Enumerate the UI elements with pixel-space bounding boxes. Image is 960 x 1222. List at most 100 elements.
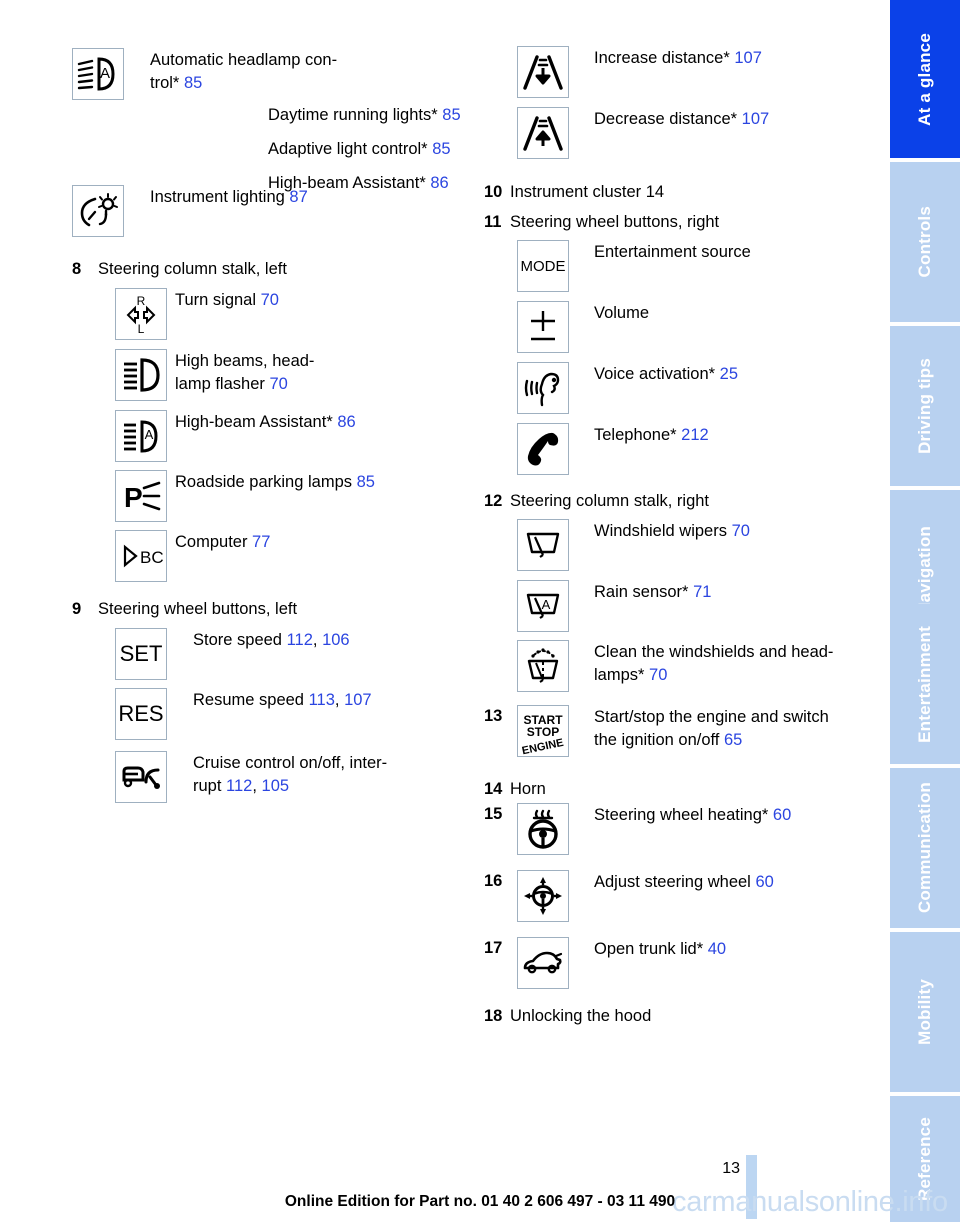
page-ref[interactable]: 113 (309, 691, 335, 709)
windshield-wipers-icon (517, 519, 569, 571)
sidebar-tab-label: Driving tips (915, 358, 934, 454)
sidebar-tab-driving-tips[interactable]: Driving tips (890, 326, 960, 486)
entry-text: Volume (594, 301, 874, 325)
page-ref[interactable]: 70 (649, 666, 667, 684)
page-ref[interactable]: 14 (646, 183, 664, 201)
page-ref[interactable]: 107 (734, 49, 762, 67)
item-16-adjust-steering-wheel: 16 Adjust steering wheel 60 (484, 870, 884, 922)
icon-slot (517, 107, 569, 159)
icon-slot: P (115, 470, 167, 522)
entry-label: Windshield wipers (594, 522, 727, 540)
item-13-start-stop-engine: 13 START STOP ENGINE Start/stop the engi… (484, 705, 884, 757)
sidebar-tab-at-a-glance[interactable]: At a glance (890, 0, 960, 158)
sidebar-tab-label: At a glance (915, 32, 934, 126)
page-ref[interactable]: 86 (337, 413, 355, 431)
entry-clean-windshields-headlamps: Clean the windshields and head- lamps* 7… (484, 640, 884, 692)
page-ref[interactable]: 112 (226, 777, 252, 795)
page-ref[interactable]: 77 (252, 533, 270, 551)
page-ref[interactable]: 71 (693, 583, 711, 601)
item-number: 14 (484, 780, 503, 798)
svg-text:A: A (100, 65, 110, 82)
entry-text: Voice activation* 25 (594, 362, 874, 386)
volume-button-icon (517, 301, 569, 353)
page-ref[interactable]: 60 (755, 873, 773, 891)
page-ref[interactable]: 40 (708, 940, 726, 958)
svg-text:A: A (542, 597, 551, 612)
entry-label: Instrument lighting (150, 188, 285, 206)
page-ref[interactable]: 112 (287, 631, 313, 649)
page-ref[interactable]: 25 (720, 365, 738, 383)
section-tabs-sidebar: At a glance Controls Driving tips Naviga… (890, 0, 960, 1222)
page-ref[interactable]: 65 (724, 731, 742, 749)
entry-store-speed: SET Store speed 112, 106 (72, 628, 472, 680)
svg-text:P: P (124, 482, 143, 513)
icon-slot: A (72, 48, 124, 100)
entry-cruise-control: Cruise control on/off, inter- rupt 112, … (72, 751, 472, 803)
item-number: 8 (72, 260, 82, 278)
page-ref[interactable]: 85 (442, 106, 460, 124)
page-ref[interactable]: 70 (261, 291, 279, 309)
entry-text: Computer 77 (175, 530, 445, 554)
entry-decrease-distance: Decrease distance* 107 (484, 107, 884, 159)
page-ref-2[interactable]: 107 (344, 691, 372, 709)
item-number: 10 (484, 183, 503, 201)
icon-slot (517, 46, 569, 98)
icon-slot: R L (115, 288, 167, 340)
sidebar-tab-communication[interactable]: Communication (890, 768, 960, 928)
item-title-wrap: Instrument cluster 14 (510, 181, 664, 203)
page-ref[interactable]: 70 (732, 522, 750, 540)
item-12-header: 12 Steering column stalk, right (484, 490, 884, 512)
entry-label: Decrease distance* (594, 110, 738, 128)
entry-label: Increase distance* (594, 49, 730, 67)
entry-windshield-wipers: Windshield wipers 70 (484, 519, 884, 571)
set-button-icon: SET (115, 628, 167, 680)
svg-text:BC: BC (140, 548, 164, 567)
entry-label: Computer (175, 533, 248, 551)
item-number: 13 (484, 707, 503, 725)
svg-text:A: A (145, 427, 154, 442)
page-ref[interactable]: 85 (432, 140, 450, 158)
page-ref[interactable]: 87 (289, 188, 307, 206)
voice-activation-icon (517, 362, 569, 414)
page-ref[interactable]: 85 (184, 74, 202, 92)
svg-text:STOP: STOP (527, 725, 559, 739)
entry-label-line2: rupt (193, 776, 222, 795)
page-ref[interactable]: 70 (269, 375, 287, 393)
icon-slot (517, 937, 569, 989)
page-ref-2[interactable]: 106 (322, 631, 350, 649)
entry-rain-sensor: A Rain sensor* 71 (484, 580, 884, 632)
icon-slot: A (115, 410, 167, 462)
entry-label: Turn signal (175, 291, 257, 309)
entry-text: Roadside parking lamps 85 (175, 470, 455, 494)
entry-text: Telephone* 212 (594, 423, 874, 447)
page-ref[interactable]: 85 (357, 473, 375, 491)
open-trunk-lid-icon (517, 937, 569, 989)
icon-slot: A (517, 580, 569, 632)
entry-label: High-beam Assistant* (175, 413, 333, 431)
start-stop-engine-icon: START STOP ENGINE (517, 705, 569, 757)
item-15-steering-wheel-heating: 15 Steering wheel heating* 60 (484, 803, 884, 855)
entry-label-line1: Cruise control on/off, inter- (193, 754, 388, 772)
page-ref[interactable]: 60 (773, 806, 791, 824)
entry-text: High beams, head- lamp flasher 70 (175, 349, 435, 395)
sidebar-tab-mobility[interactable]: Mobility (890, 932, 960, 1092)
entry-label-line1: Automatic headlamp con- (150, 51, 338, 69)
icon-slot (517, 301, 569, 353)
entry-text: Turn signal 70 (175, 288, 435, 312)
entry-text: Instrument lighting 87 (150, 185, 450, 209)
page-ref-2[interactable]: 105 (262, 777, 290, 795)
entry-label-line2: the ignition on/off (594, 730, 720, 749)
entry-instrument-lighting: Instrument lighting 87 (72, 185, 472, 237)
sidebar-tab-controls[interactable]: Controls (890, 162, 960, 322)
page-ref[interactable]: 107 (742, 110, 770, 128)
sidebar-tab-entertainment[interactable]: Entertainment (890, 604, 960, 764)
icon-slot (517, 870, 569, 922)
res-button-icon: RES (115, 688, 167, 740)
page-ref[interactable]: 212 (681, 426, 709, 444)
item-title: Unlocking the hood (510, 1007, 652, 1025)
entry-text: Automatic headlamp con- trol* 85 (150, 48, 450, 94)
entry-text: High-beam Assistant* 86 (175, 410, 445, 434)
item-14-horn: 14 Horn (484, 778, 884, 800)
computer-bc-icon: BC (115, 530, 167, 582)
item-title: Steering wheel buttons, left (98, 600, 298, 618)
